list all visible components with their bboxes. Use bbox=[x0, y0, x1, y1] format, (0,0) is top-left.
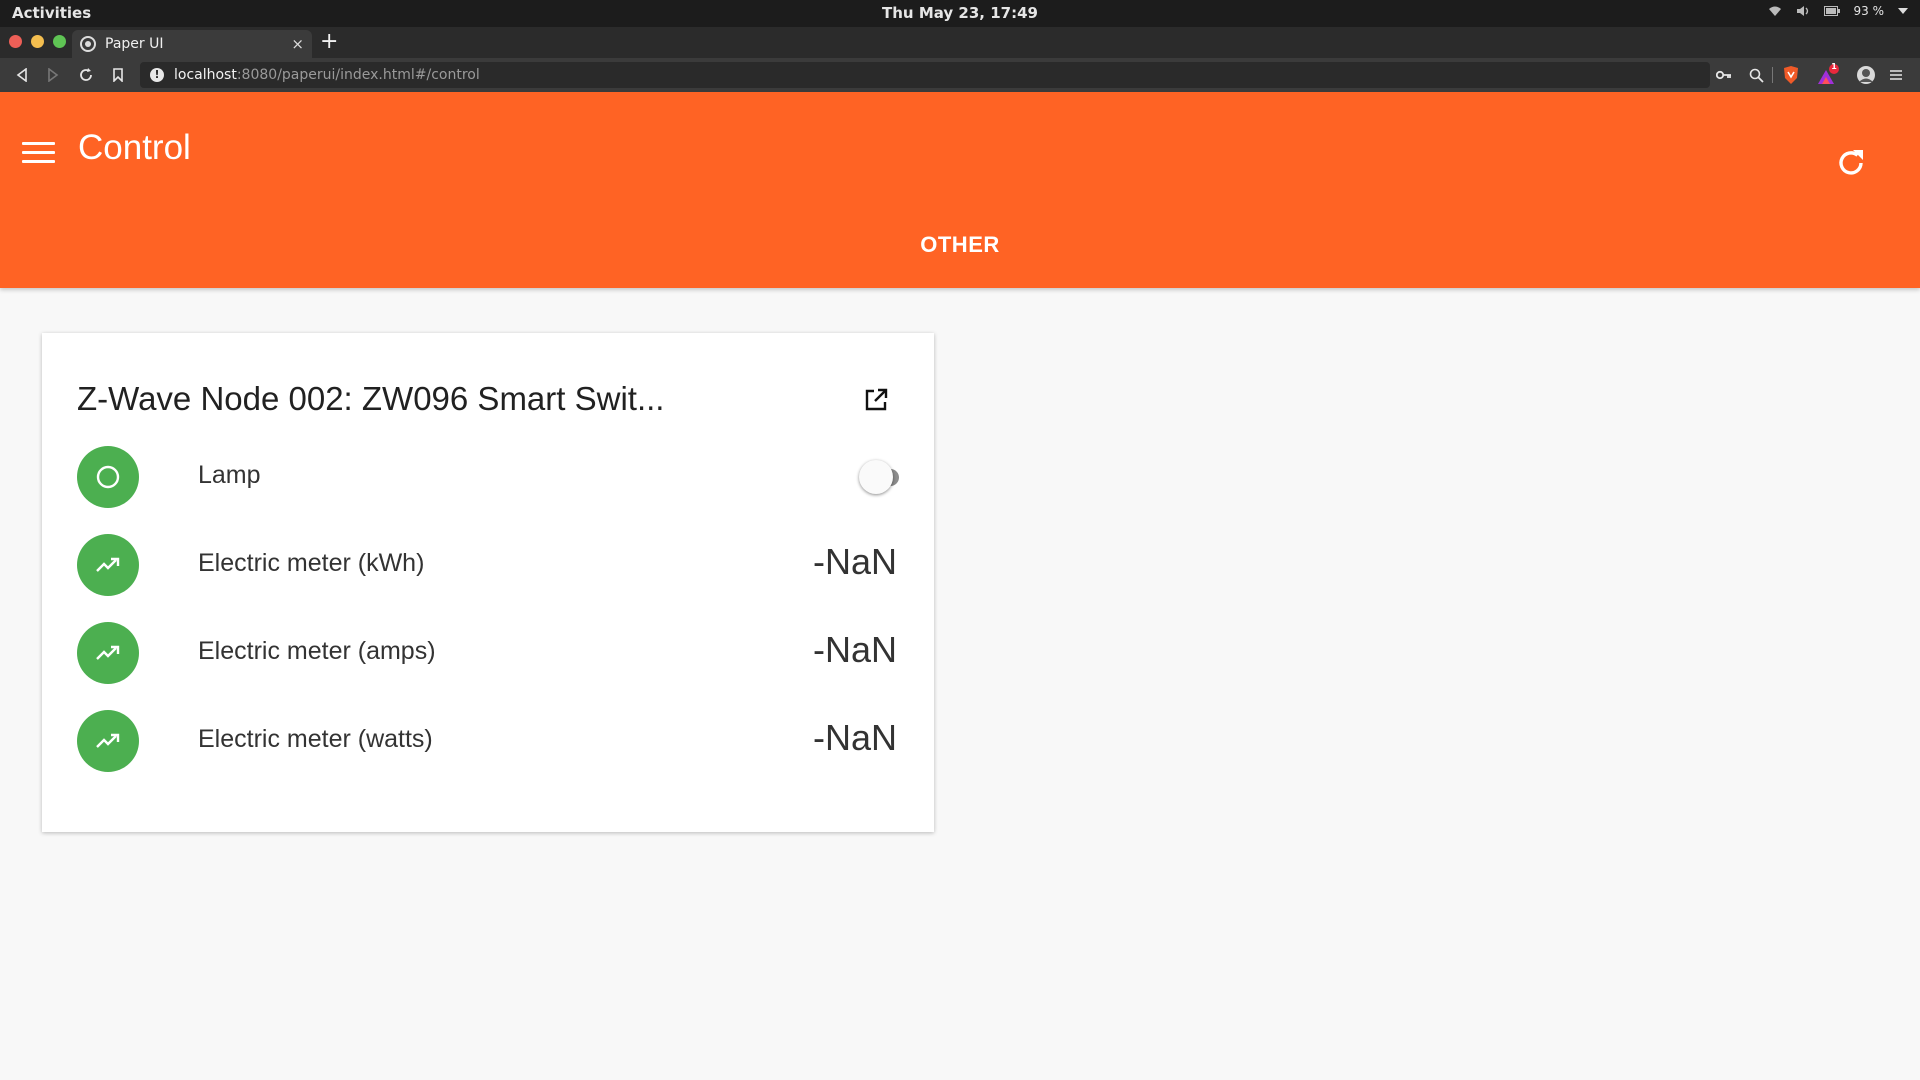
forward-button[interactable] bbox=[43, 66, 63, 84]
card-title: Z-Wave Node 002: ZW096 Smart Swit... bbox=[77, 380, 665, 417]
item-label: Lamp bbox=[198, 461, 261, 489]
item-value: -NaN bbox=[812, 717, 897, 758]
window-maximize-button[interactable] bbox=[53, 35, 66, 48]
tab-other[interactable]: OTHER bbox=[0, 232, 1920, 258]
system-tray[interactable]: 93 % bbox=[1768, 4, 1908, 18]
new-tab-button[interactable]: + bbox=[320, 30, 338, 54]
circle-icon bbox=[96, 465, 120, 489]
toggle-thumb bbox=[859, 460, 893, 494]
zoom-button[interactable] bbox=[1749, 62, 1764, 88]
refresh-button[interactable] bbox=[1835, 146, 1869, 180]
tab-title: Paper UI bbox=[105, 36, 164, 52]
brave-shield-icon bbox=[1784, 66, 1798, 84]
trending-up-icon bbox=[96, 733, 120, 748]
hamburger-menu-icon bbox=[1890, 70, 1902, 80]
item-label: Electric meter (amps) bbox=[198, 637, 436, 665]
battery-percentage: 93 % bbox=[1853, 4, 1885, 18]
item-icon-badge bbox=[77, 534, 139, 596]
tab-close-icon[interactable]: × bbox=[291, 35, 304, 53]
item-label: Electric meter (watts) bbox=[198, 725, 433, 753]
url-host: localhost bbox=[174, 67, 237, 83]
item-icon-badge bbox=[77, 622, 139, 684]
trending-up-icon bbox=[96, 645, 120, 660]
back-icon bbox=[16, 68, 27, 82]
window-close-button[interactable] bbox=[9, 35, 22, 48]
open-in-new-icon bbox=[865, 388, 888, 411]
item-icon-badge bbox=[77, 710, 139, 772]
browser-tab[interactable]: Paper UI × bbox=[72, 30, 312, 58]
os-clock[interactable]: Thu May 23, 17:49 bbox=[0, 4, 1920, 22]
profile-button[interactable] bbox=[1856, 62, 1876, 88]
item-value: -NaN bbox=[812, 541, 897, 582]
back-button[interactable] bbox=[12, 66, 32, 84]
site-info-icon[interactable]: ! bbox=[150, 68, 164, 82]
toolbar-divider bbox=[1772, 62, 1773, 88]
browser-menu-button[interactable] bbox=[1890, 62, 1902, 88]
reload-button[interactable] bbox=[76, 66, 96, 84]
trending-up-icon bbox=[96, 557, 120, 572]
battery-icon bbox=[1823, 6, 1840, 16]
refresh-icon bbox=[1839, 150, 1863, 175]
window-minimize-button[interactable] bbox=[31, 35, 44, 48]
lamp-toggle[interactable] bbox=[859, 460, 902, 494]
menu-button[interactable] bbox=[22, 142, 55, 164]
address-bar[interactable]: ! localhost:8080/paperui/index.html#/con… bbox=[140, 62, 1710, 88]
list-item: Electric meter (amps) -NaN bbox=[77, 622, 897, 684]
volume-icon bbox=[1796, 6, 1808, 16]
key-icon bbox=[1716, 70, 1731, 80]
item-icon-badge bbox=[77, 446, 139, 508]
chevron-down-icon bbox=[1898, 8, 1908, 14]
menu-icon-bar bbox=[22, 160, 55, 163]
app-header: Control OTHER bbox=[0, 92, 1920, 288]
favicon-icon bbox=[80, 36, 96, 52]
bookmark-button[interactable] bbox=[108, 66, 128, 84]
url-path: :8080/paperui/index.html#/control bbox=[236, 67, 480, 83]
brave-shields-button[interactable] bbox=[1782, 62, 1800, 88]
item-value: -NaN bbox=[812, 629, 897, 670]
os-top-bar: Activities Thu May 23, 17:49 93 % bbox=[0, 0, 1920, 27]
list-item: Electric meter (watts) -NaN bbox=[77, 710, 897, 772]
list-item: Lamp bbox=[77, 446, 899, 508]
page-title: Control bbox=[78, 128, 191, 167]
rewards-badge-count: 1 bbox=[1831, 62, 1837, 71]
menu-icon-bar bbox=[22, 142, 55, 145]
list-item: Electric meter (kWh) -NaN bbox=[77, 534, 897, 596]
avatar bbox=[1857, 66, 1875, 84]
zoom-icon bbox=[1749, 68, 1764, 83]
wifi-icon bbox=[1768, 6, 1781, 16]
thing-card: Z-Wave Node 002: ZW096 Smart Swit... Lam… bbox=[42, 333, 934, 832]
reload-icon bbox=[80, 68, 92, 81]
forward-icon bbox=[48, 68, 59, 82]
item-label: Electric meter (kWh) bbox=[198, 549, 425, 577]
open-external-button[interactable] bbox=[864, 388, 888, 412]
brave-rewards-button[interactable]: 1 bbox=[1816, 62, 1840, 88]
key-button[interactable] bbox=[1716, 62, 1732, 88]
menu-icon-bar bbox=[22, 151, 55, 154]
bookmark-icon bbox=[113, 68, 123, 82]
